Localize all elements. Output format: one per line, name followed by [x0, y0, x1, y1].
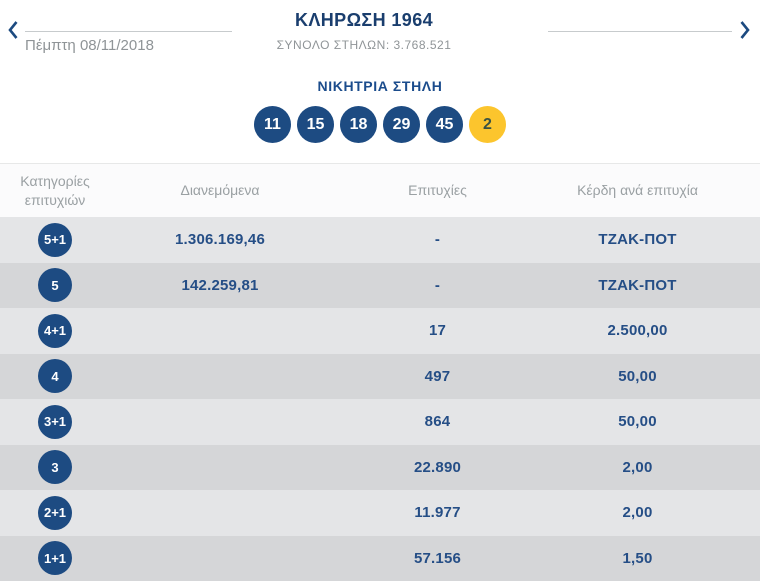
winning-number-ball: 11	[254, 106, 291, 143]
prize-cell: ΤΖΑΚ-ΠΟΤ	[598, 276, 677, 294]
draw-title: ΚΛΗΡΩΣΗ 1964	[294, 10, 434, 30]
winners-cell: -	[434, 276, 441, 294]
table-row: 2+1 11.977 2,00	[0, 490, 760, 536]
winning-number-ball: 15	[297, 106, 334, 143]
prize-cell: 2,00	[622, 458, 653, 476]
table-row: 3 22.890 2,00	[0, 444, 760, 490]
winners-cell: 22.890	[413, 458, 462, 476]
results-table-body: 5+1 1.306.169,46 - ΤΖΑΚ-ΠΟΤ 5 142.259,81…	[0, 217, 760, 581]
winners-cell: 11.977	[414, 504, 461, 522]
category-ball: 3+1	[38, 404, 72, 439]
distributed-cell: 142.259,81	[181, 276, 259, 294]
category-cell: 3	[0, 450, 110, 485]
category-cell: 3+1	[0, 404, 110, 439]
prize-cell: 2,00	[622, 504, 653, 522]
category-ball: 2+1	[38, 495, 72, 530]
category-ball: 5+1	[38, 222, 72, 257]
winning-number-ball: 45	[426, 106, 463, 143]
table-row: 1+1 57.156 1,50	[0, 535, 760, 581]
table-row: 4 497 50,00	[0, 353, 760, 399]
distributed-cell: 1.306.169,46	[175, 231, 265, 249]
column-header-winners: Επιτυχίες	[408, 182, 467, 199]
category-ball: 5	[38, 268, 72, 303]
bonus-number-ball: 2	[469, 106, 506, 143]
category-cell: 5+1	[0, 222, 110, 257]
next-draw-button[interactable]	[736, 19, 754, 41]
prize-cell: ΤΖΑΚ-ΠΟΤ	[598, 231, 677, 249]
winning-column-heading: ΝΙΚΗΤΡΙΑ ΣΤΗΛΗ	[317, 78, 443, 94]
winning-numbers: 11 15 18 29 45 2	[0, 106, 760, 143]
category-ball: 1+1	[38, 541, 72, 576]
table-row: 5+1 1.306.169,46 - ΤΖΑΚ-ΠΟΤ	[0, 217, 760, 263]
winners-cell: -	[434, 231, 441, 249]
prize-cell: 50,00	[618, 367, 657, 385]
category-cell: 4+1	[0, 313, 110, 348]
table-row: 4+1 17 2.500,00	[0, 308, 760, 354]
header-divider-right	[548, 31, 732, 32]
category-cell: 4	[0, 359, 110, 394]
prize-cell: 50,00	[618, 413, 657, 431]
results-table: Κατηγορίες επιτυχιών Διανεμόμενα Επιτυχί…	[0, 163, 760, 581]
winners-cell: 497	[424, 367, 451, 385]
category-cell: 2+1	[0, 495, 110, 530]
prize-cell: 1,50	[622, 549, 653, 567]
winning-number-ball: 29	[383, 106, 420, 143]
column-header-distributed: Διανεμόμενα	[180, 182, 260, 199]
category-cell: 5	[0, 268, 110, 303]
chevron-right-icon	[740, 21, 750, 39]
results-table-header: Κατηγορίες επιτυχιών Διανεμόμενα Επιτυχί…	[0, 164, 760, 217]
column-header-prize: Κέρδη ανά επιτυχία	[577, 182, 698, 199]
category-cell: 1+1	[0, 541, 110, 576]
winners-cell: 17	[428, 322, 447, 340]
category-ball: 4	[38, 359, 72, 394]
winning-column-section: ΝΙΚΗΤΡΙΑ ΣΤΗΛΗ 11 15 18 29 45 2	[0, 62, 760, 163]
total-columns-label: ΣΥΝΟΛΟ ΣΤΗΛΩΝ: 3.768.521	[276, 38, 452, 52]
winners-cell: 864	[424, 413, 451, 431]
category-ball: 3	[38, 450, 72, 485]
prize-cell: 2.500,00	[607, 322, 668, 340]
column-header-categories: Κατηγορίες επιτυχιών	[20, 172, 90, 208]
table-row: 3+1 864 50,00	[0, 399, 760, 445]
table-row: 5 142.259,81 - ΤΖΑΚ-ΠΟΤ	[0, 262, 760, 308]
category-ball: 4+1	[38, 313, 72, 348]
winning-number-ball: 18	[340, 106, 377, 143]
draw-navigation-bar: Πέμπτη 08/11/2018 ΚΛΗΡΩΣΗ 1964 ΣΥΝΟΛΟ ΣΤ…	[0, 0, 760, 62]
winners-cell: 57.156	[413, 549, 462, 567]
